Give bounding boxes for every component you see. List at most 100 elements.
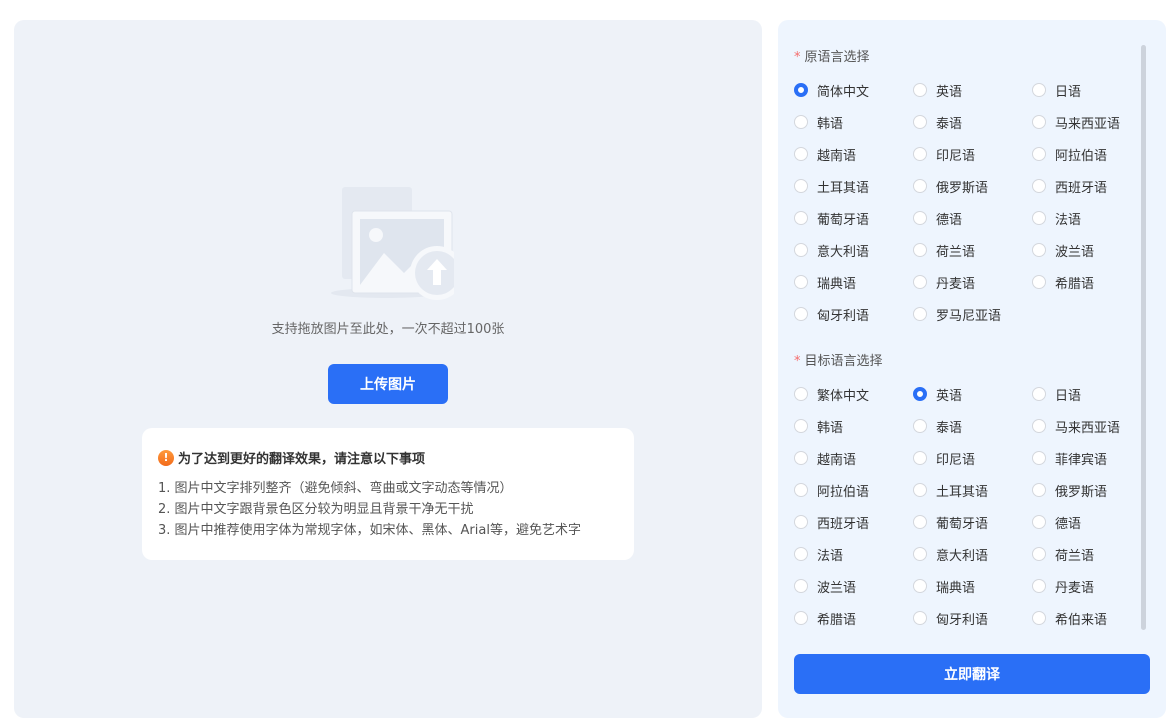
source-language-radio[interactable]: 越南语 <box>794 138 913 170</box>
radio-button[interactable] <box>913 211 927 225</box>
radio-button[interactable] <box>913 451 927 465</box>
radio-button[interactable] <box>913 547 927 561</box>
target-language-radio[interactable]: 土耳其语 <box>913 474 1032 506</box>
radio-button[interactable] <box>1032 115 1046 129</box>
radio-button[interactable] <box>794 579 808 593</box>
target-language-radio[interactable]: 泰语 <box>913 410 1032 442</box>
target-language-radio[interactable]: 阿拉伯语 <box>794 474 913 506</box>
target-language-radio[interactable]: 韩语 <box>794 410 913 442</box>
source-language-radio[interactable]: 波兰语 <box>1032 234 1154 266</box>
radio-label: 希腊语 <box>1055 276 1095 292</box>
radio-button[interactable] <box>913 115 927 129</box>
target-language-radio[interactable]: 马来西亚语 <box>1032 410 1154 442</box>
radio-button[interactable] <box>913 483 927 497</box>
target-language-radio[interactable]: 日语 <box>1032 378 1154 410</box>
target-language-radio[interactable]: 葡萄牙语 <box>913 506 1032 538</box>
source-language-radio[interactable]: 西班牙语 <box>1032 170 1154 202</box>
radio-button[interactable] <box>1032 179 1046 193</box>
radio-button[interactable] <box>794 275 808 289</box>
target-language-radio[interactable]: 波兰语 <box>794 570 913 602</box>
target-language-radio[interactable]: 丹麦语 <box>1032 570 1154 602</box>
radio-button[interactable] <box>1032 579 1046 593</box>
target-language-radio[interactable]: 越南语 <box>794 442 913 474</box>
radio-button[interactable] <box>1032 451 1046 465</box>
source-language-radio[interactable]: 阿拉伯语 <box>1032 138 1154 170</box>
source-language-radio[interactable]: 罗马尼亚语 <box>913 298 1032 330</box>
target-language-radio[interactable]: 俄罗斯语 <box>1032 474 1154 506</box>
radio-button[interactable] <box>913 611 927 625</box>
target-language-radio[interactable]: 荷兰语 <box>1032 538 1154 570</box>
source-language-radio[interactable]: 韩语 <box>794 106 913 138</box>
source-language-radio[interactable]: 日语 <box>1032 74 1154 106</box>
target-language-radio[interactable]: 印尼语 <box>913 442 1032 474</box>
radio-button[interactable] <box>913 179 927 193</box>
radio-button[interactable] <box>1032 243 1046 257</box>
radio-button[interactable] <box>913 83 927 97</box>
radio-button[interactable] <box>913 147 927 161</box>
source-language-radio[interactable]: 法语 <box>1032 202 1154 234</box>
source-language-radio[interactable]: 俄罗斯语 <box>913 170 1032 202</box>
source-language-radio[interactable]: 土耳其语 <box>794 170 913 202</box>
target-language-radio[interactable]: 希伯来语 <box>1032 602 1154 634</box>
source-language-radio[interactable]: 泰语 <box>913 106 1032 138</box>
source-language-radio[interactable]: 希腊语 <box>1032 266 1154 298</box>
radio-button[interactable] <box>1032 275 1046 289</box>
target-language-radio[interactable]: 繁体中文 <box>794 378 913 410</box>
radio-button[interactable] <box>794 387 808 401</box>
radio-button[interactable] <box>913 515 927 529</box>
radio-button[interactable] <box>794 419 808 433</box>
radio-button[interactable] <box>794 307 808 321</box>
radio-button[interactable] <box>913 275 927 289</box>
radio-button[interactable] <box>794 211 808 225</box>
radio-button[interactable] <box>913 387 927 401</box>
radio-button[interactable] <box>913 579 927 593</box>
radio-button[interactable] <box>794 515 808 529</box>
radio-button[interactable] <box>913 243 927 257</box>
radio-button[interactable] <box>1032 387 1046 401</box>
radio-button[interactable] <box>1032 147 1046 161</box>
source-language-radio[interactable]: 丹麦语 <box>913 266 1032 298</box>
source-language-radio[interactable]: 荷兰语 <box>913 234 1032 266</box>
source-language-radio[interactable]: 匈牙利语 <box>794 298 913 330</box>
radio-button[interactable] <box>913 307 927 321</box>
radio-label: 韩语 <box>817 116 844 132</box>
target-language-radio[interactable]: 英语 <box>913 378 1032 410</box>
radio-button[interactable] <box>1032 483 1046 497</box>
translate-now-button[interactable]: 立即翻译 <box>794 654 1150 694</box>
radio-button[interactable] <box>794 547 808 561</box>
source-language-radio[interactable]: 意大利语 <box>794 234 913 266</box>
radio-button[interactable] <box>1032 419 1046 433</box>
radio-button[interactable] <box>794 243 808 257</box>
radio-label: 越南语 <box>817 452 857 468</box>
radio-button[interactable] <box>794 483 808 497</box>
radio-button[interactable] <box>1032 83 1046 97</box>
radio-button[interactable] <box>1032 547 1046 561</box>
target-language-radio[interactable]: 菲律宾语 <box>1032 442 1154 474</box>
radio-button[interactable] <box>1032 611 1046 625</box>
radio-button[interactable] <box>913 419 927 433</box>
target-language-radio[interactable]: 意大利语 <box>913 538 1032 570</box>
target-language-radio[interactable]: 瑞典语 <box>913 570 1032 602</box>
radio-button[interactable] <box>794 83 808 97</box>
target-language-radio[interactable]: 希腊语 <box>794 602 913 634</box>
radio-button[interactable] <box>1032 515 1046 529</box>
radio-button[interactable] <box>794 451 808 465</box>
upload-image-button[interactable]: 上传图片 <box>328 364 448 404</box>
source-language-radio[interactable]: 葡萄牙语 <box>794 202 913 234</box>
radio-button[interactable] <box>794 179 808 193</box>
source-language-radio[interactable]: 德语 <box>913 202 1032 234</box>
target-language-radio[interactable]: 德语 <box>1032 506 1154 538</box>
target-language-radio[interactable]: 西班牙语 <box>794 506 913 538</box>
source-language-radio[interactable]: 英语 <box>913 74 1032 106</box>
source-language-radio[interactable]: 瑞典语 <box>794 266 913 298</box>
target-language-radio[interactable]: 法语 <box>794 538 913 570</box>
radio-button[interactable] <box>1032 211 1046 225</box>
source-language-radio[interactable]: 简体中文 <box>794 74 913 106</box>
radio-button[interactable] <box>794 611 808 625</box>
radio-button[interactable] <box>794 147 808 161</box>
source-language-radio[interactable]: 马来西亚语 <box>1032 106 1154 138</box>
radio-button[interactable] <box>794 115 808 129</box>
target-language-radio[interactable]: 匈牙利语 <box>913 602 1032 634</box>
upload-dropzone[interactable]: 支持拖放图片至此处，一次不超过100张 上传图片 ! 为了达到更好的翻译效果，请… <box>14 20 762 718</box>
source-language-radio[interactable]: 印尼语 <box>913 138 1032 170</box>
